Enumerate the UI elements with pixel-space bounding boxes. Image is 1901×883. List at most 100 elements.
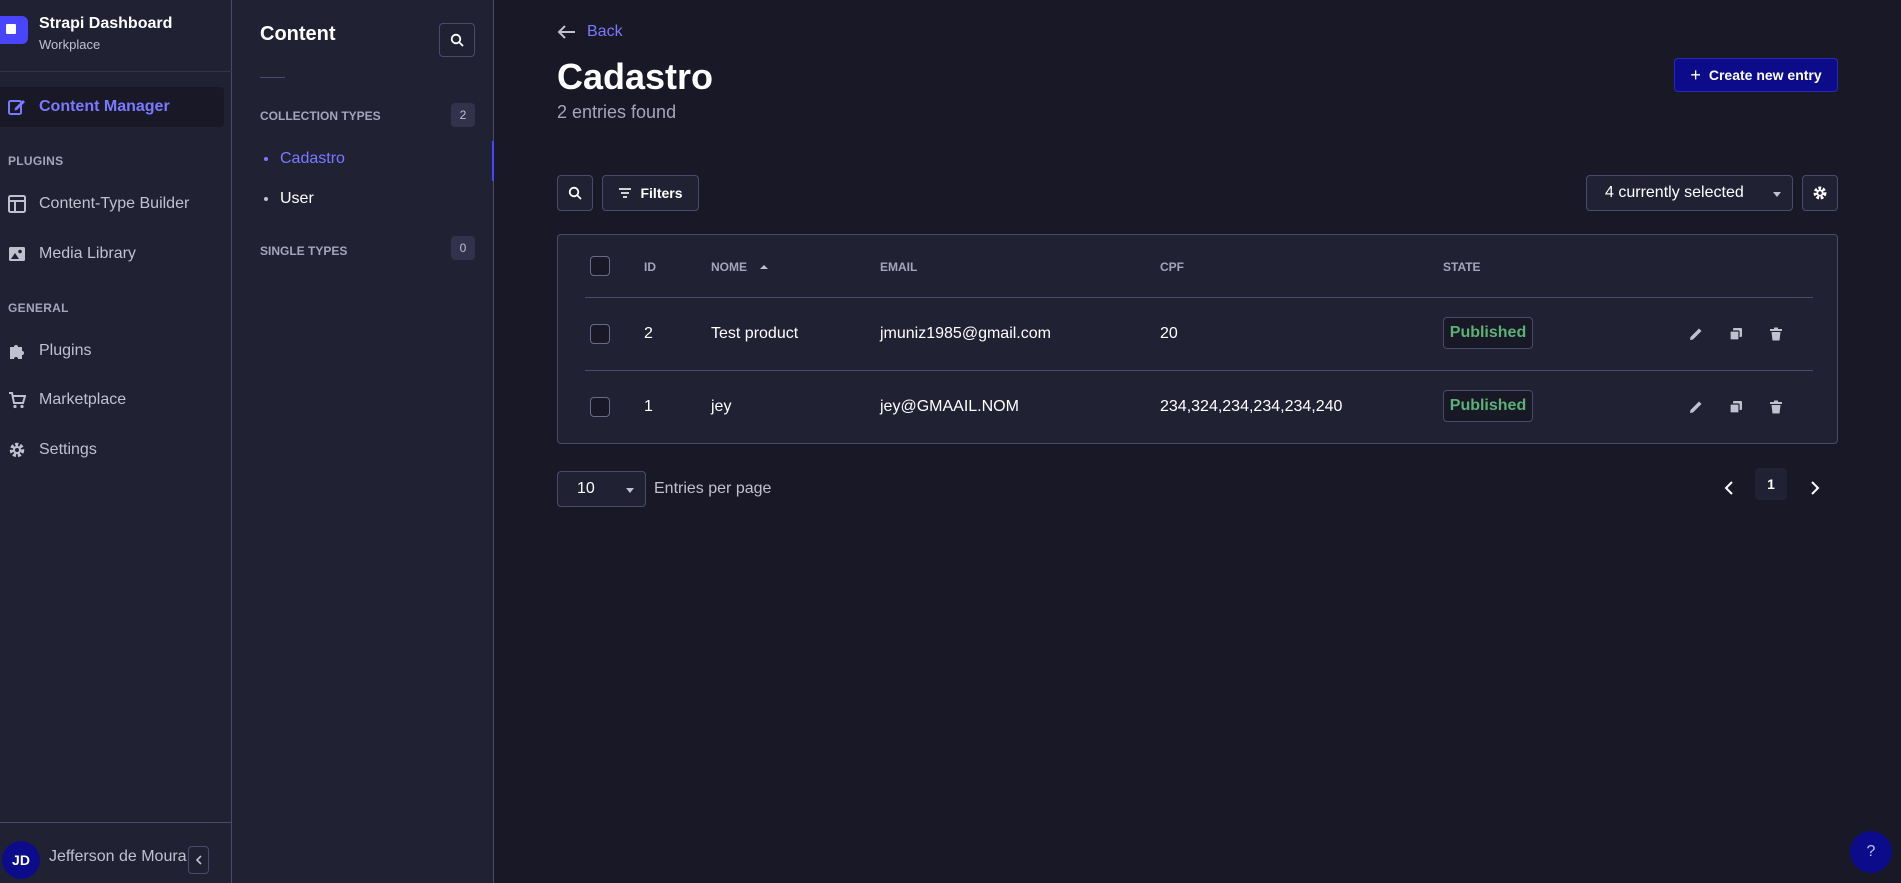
filters-button[interactable]: Filters — [602, 175, 699, 211]
cell-nome[interactable]: Test product — [711, 325, 798, 343]
back-label: Back — [587, 23, 623, 40]
content-subnav: Content COLLECTION TYPES 2 Cadastro User… — [232, 0, 494, 883]
shopping-cart-icon — [8, 391, 26, 409]
plus-icon: + — [1690, 64, 1701, 85]
subnav-item-user[interactable]: User — [260, 190, 314, 208]
header-nome[interactable]: NOME — [711, 260, 769, 274]
gear-icon — [8, 441, 26, 459]
cell-cpf[interactable]: 234,324,234,234,234,240 — [1160, 398, 1342, 416]
create-new-entry-button[interactable]: + Create new entry — [1674, 58, 1838, 92]
edit-button[interactable] — [1686, 397, 1706, 417]
header-cpf[interactable]: CPF — [1160, 260, 1184, 274]
page-number[interactable]: 1 — [1755, 468, 1787, 500]
previous-page-button[interactable] — [1713, 472, 1745, 504]
nav-item-media-library[interactable]: Media Library — [0, 234, 224, 274]
next-page-button[interactable] — [1799, 472, 1831, 504]
chevron-down-icon — [626, 488, 634, 493]
pencil-icon — [1690, 401, 1702, 413]
cell-email[interactable]: jey@GMAAIL.NOM — [880, 398, 1019, 416]
nav-item-marketplace[interactable]: Marketplace — [0, 380, 224, 420]
nav-section-plugins: PLUGINS — [8, 154, 64, 168]
chevron-right-icon — [1811, 481, 1820, 495]
single-types-count: 0 — [451, 236, 475, 260]
nav-item-content-type-builder[interactable]: Content-Type Builder — [0, 184, 224, 224]
per-page-label: Entries per page — [654, 480, 772, 497]
per-page-value: 10 — [577, 480, 595, 497]
header-id[interactable]: ID — [644, 260, 656, 274]
edit-button[interactable] — [1686, 324, 1706, 344]
table-search-button[interactable] — [557, 175, 593, 211]
divider — [585, 370, 1813, 371]
sort-ascending-icon — [760, 265, 768, 269]
header-state[interactable]: STATE — [1443, 260, 1481, 274]
nav-item-label: Content Manager — [39, 98, 170, 115]
nav-item-content-manager[interactable]: Content Manager — [0, 87, 224, 127]
table-settings-button[interactable] — [1802, 175, 1838, 211]
status-badge: Published — [1443, 317, 1533, 349]
single-types-label: SINGLE TYPES — [260, 244, 348, 258]
filter-icon — [619, 188, 632, 198]
puzzle-icon — [8, 342, 26, 360]
help-button[interactable]: ? — [1850, 831, 1892, 873]
brand: Strapi Dashboard Workplace — [0, 0, 232, 72]
entries-count: 2 entries found — [557, 102, 677, 122]
subnav-title: Content — [260, 23, 336, 45]
header-label: NOME — [711, 260, 747, 274]
chevron-left-icon — [1724, 481, 1733, 495]
strapi-logo-icon — [0, 16, 28, 44]
delete-button[interactable] — [1766, 397, 1786, 417]
pencil-document-icon — [8, 98, 26, 116]
chevron-left-icon — [195, 855, 202, 865]
image-icon — [8, 245, 26, 263]
brand-subtitle: Workplace — [39, 37, 101, 52]
bullet — [264, 197, 268, 201]
duplicate-icon — [1729, 401, 1742, 414]
filters-label: Filters — [640, 185, 683, 201]
search-icon — [450, 33, 464, 47]
duplicate-button[interactable] — [1726, 397, 1746, 417]
per-page-select[interactable]: 10 — [557, 471, 646, 507]
columns-select[interactable]: 4 currently selected — [1586, 175, 1793, 211]
nav-section-general: GENERAL — [8, 301, 69, 315]
nav-item-label: Content-Type Builder — [39, 195, 190, 212]
nav-item-label: Marketplace — [39, 391, 127, 408]
pencil-icon — [1690, 328, 1702, 340]
user-name[interactable]: Jefferson de Moura — [49, 848, 187, 866]
cell-id[interactable]: 2 — [644, 325, 653, 343]
nav-item-settings[interactable]: Settings — [0, 430, 224, 470]
divider — [260, 77, 285, 78]
collection-types-label: COLLECTION TYPES — [260, 109, 381, 123]
select-all-checkbox[interactable] — [590, 256, 610, 276]
collapse-nav-button[interactable] — [188, 846, 209, 874]
trash-icon — [1770, 400, 1782, 414]
main-content: Back Cadastro 2 entries found + Create n… — [494, 0, 1901, 883]
create-label: Create new entry — [1708, 67, 1822, 83]
divider — [585, 297, 1813, 298]
row-checkbox[interactable] — [590, 397, 610, 417]
header-email[interactable]: EMAIL — [880, 260, 917, 274]
duplicate-button[interactable] — [1726, 324, 1746, 344]
bullet — [264, 157, 268, 161]
back-link[interactable]: Back — [557, 23, 623, 41]
status-badge: Published — [1443, 390, 1533, 422]
layout-icon — [8, 195, 26, 213]
nav-item-label: Plugins — [39, 342, 92, 359]
search-icon — [568, 186, 582, 200]
nav-item-label: Media Library — [39, 245, 136, 262]
cell-email[interactable]: jmuniz1985@gmail.com — [880, 325, 1051, 343]
nav-item-plugins[interactable]: Plugins — [0, 331, 224, 371]
nav-item-label: Settings — [39, 441, 97, 458]
trash-icon — [1770, 327, 1782, 341]
delete-button[interactable] — [1766, 324, 1786, 344]
main-nav: Strapi Dashboard Workplace Content Manag… — [0, 0, 232, 883]
brand-title: Strapi Dashboard — [39, 15, 173, 32]
cell-id[interactable]: 1 — [644, 398, 653, 416]
cell-cpf[interactable]: 20 — [1160, 325, 1178, 343]
subnav-item-cadastro[interactable]: Cadastro — [260, 150, 345, 168]
chevron-down-icon — [1773, 192, 1781, 197]
subnav-search-button[interactable] — [439, 23, 475, 57]
row-checkbox[interactable] — [590, 324, 610, 344]
cell-nome[interactable]: jey — [711, 398, 731, 416]
columns-select-value: 4 currently selected — [1605, 184, 1744, 201]
avatar[interactable]: JD — [2, 841, 40, 879]
